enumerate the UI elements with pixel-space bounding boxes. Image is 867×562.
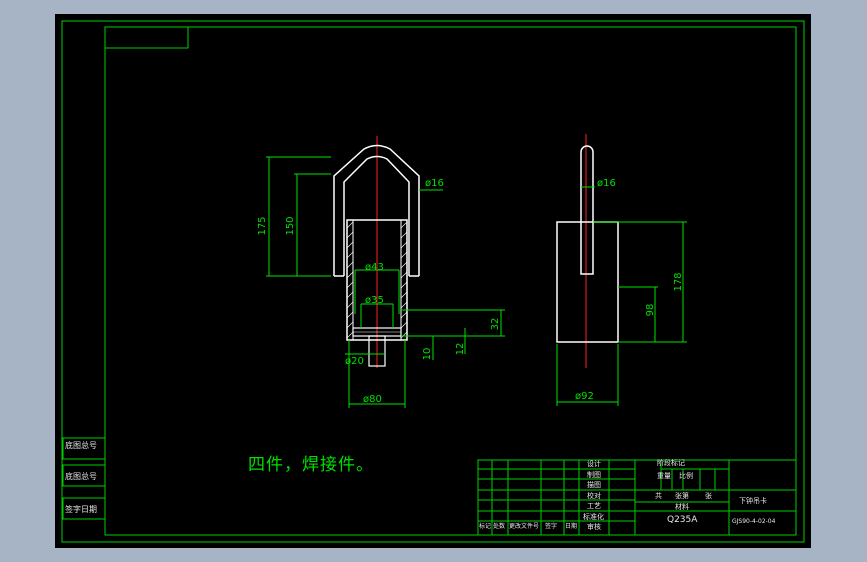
tb-change-doc: 更改文件号 [509, 523, 540, 530]
front-dimensions [266, 156, 505, 408]
dim-178: 178 [673, 272, 684, 291]
side-view: ø16 178 98 ø92 [556, 134, 687, 406]
tb-part-name: 下钟吊卡 [739, 497, 767, 505]
tb-sheet-total: 共 [655, 492, 662, 500]
drawing-sheet: 175 150 ø16 ø43 ø35 32 12 10 ø20 ø80 ø16… [55, 14, 811, 548]
drawing-note: 四件，焊接件。 [248, 455, 374, 475]
tb-stage-label: 阶段标记 [657, 459, 685, 467]
dim-10: 10 [422, 348, 433, 361]
dim-150: 150 [285, 216, 296, 235]
tb-role-trace: 描图 [587, 481, 601, 489]
tb-material-label: 材料 [675, 503, 689, 511]
tb-role-draw: 制图 [587, 471, 601, 479]
tb-mark: 标记 [479, 523, 492, 530]
tb-drawing-number: GJS90-4-02-04 [732, 518, 776, 525]
dim-d16-side: ø16 [597, 178, 616, 189]
tb-role-review: 审核 [587, 523, 601, 531]
dim-d35: ø35 [365, 295, 384, 306]
dim-d92: ø92 [575, 391, 594, 402]
dim-d16-front: ø16 [425, 178, 444, 189]
side-label-3: 签字日期 [65, 505, 97, 514]
dim-12: 12 [455, 343, 466, 356]
side-label-1: 底图总号 [65, 441, 97, 450]
tb-role-design: 设计 [587, 460, 601, 468]
border-frame [61, 20, 805, 543]
tb-count: 处数 [493, 523, 506, 530]
dim-d20: ø20 [345, 356, 364, 367]
side-cup [556, 221, 619, 343]
side-rod [580, 145, 594, 275]
tb-material: Q235A [667, 515, 698, 525]
tb-weight-label: 重量 [657, 472, 671, 480]
tb-date: 日期 [565, 523, 578, 530]
tb-role-standard: 标准化 [583, 513, 604, 521]
tb-role-process: 工艺 [587, 502, 601, 510]
tb-sheet-unit: 张 [705, 492, 712, 500]
dim-98: 98 [645, 304, 656, 317]
tb-sign: 签字 [545, 523, 558, 530]
dim-d43: ø43 [365, 262, 384, 273]
side-label-2: 底图总号 [65, 472, 97, 481]
dim-175: 175 [257, 216, 268, 235]
drawing-canvas: 175 150 ø16 ø43 ø35 32 12 10 ø20 ø80 ø16… [61, 20, 805, 543]
dim-d80: ø80 [363, 394, 382, 405]
tb-role-check: 校对 [587, 492, 601, 500]
side-dimensions [556, 186, 687, 406]
front-view: 175 150 ø16 ø43 ø35 32 12 10 ø20 ø80 [257, 136, 505, 408]
tb-sheet-no: 张第 [675, 492, 689, 500]
dim-32: 32 [490, 318, 501, 331]
tb-scale-label: 比例 [679, 472, 693, 480]
